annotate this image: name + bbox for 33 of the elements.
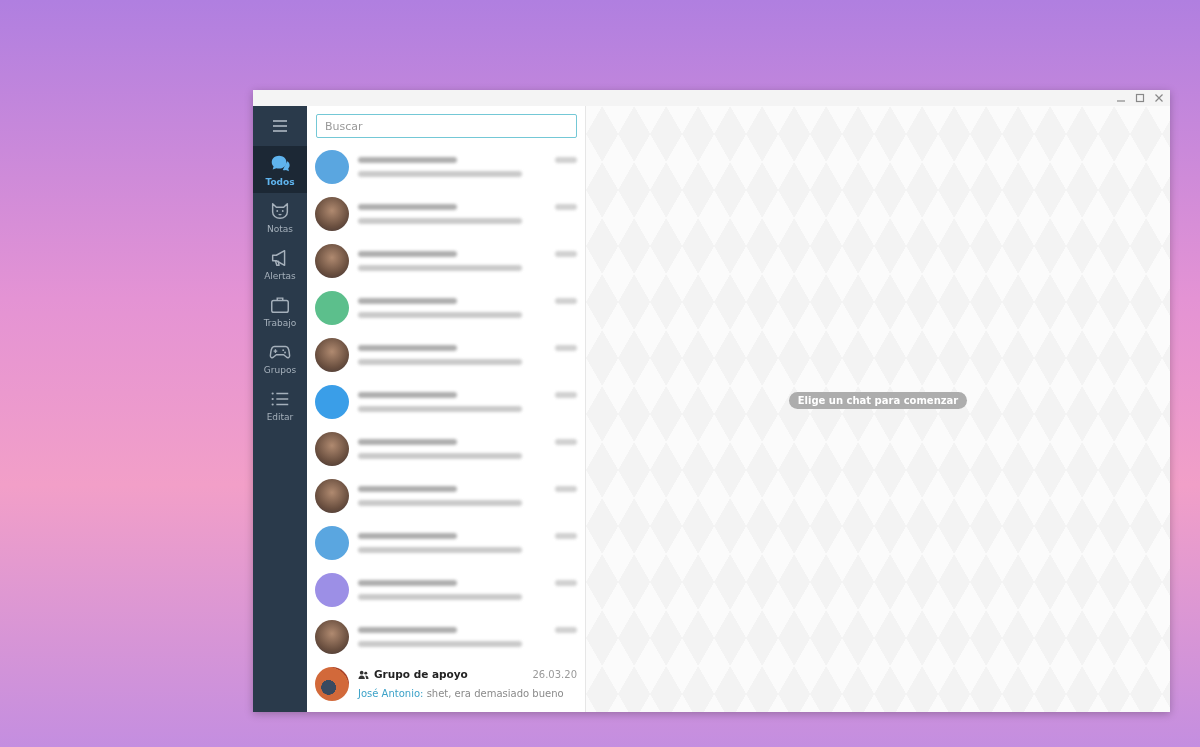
maximize-icon[interactable] [1135,93,1145,103]
blurred-text [555,250,577,257]
avatar-photo-placeholder [315,196,349,231]
blurred-text [555,626,577,633]
close-icon[interactable] [1154,93,1164,103]
folder-tab[interactable]: Editar [253,381,307,428]
blurred-text [555,438,577,445]
avatar-photo-placeholder [315,478,349,513]
empty-chat-message: Elige un chat para comenzar [788,391,968,409]
menu-icon[interactable] [273,120,287,132]
blurred-text [555,532,577,539]
folder-tab[interactable]: Todos [253,146,307,193]
blurred-text [555,485,577,492]
chat-date: 26.03.20 [532,668,577,680]
avatar-photo-placeholder [315,243,349,278]
folder-tab[interactable]: Grupos [253,334,307,381]
group-icon [358,668,369,680]
avatar-photo-placeholder [315,619,349,654]
search-field[interactable]: Buscar [316,114,577,138]
blurred-text [555,391,577,398]
folder-tab[interactable]: Notas [253,193,307,240]
avatar-photo-placeholder [315,431,349,466]
folder-tab[interactable]: Trabajo [253,287,307,334]
avatar-photo-placeholder [315,666,349,701]
blurred-text [555,579,577,586]
chat-name: Grupo de apoyo [374,668,468,680]
blurred-text [555,297,577,304]
avatar-photo-placeholder [315,337,349,372]
blurred-text [555,203,577,210]
message-preview: José Antonio: shet, era demasiado bueno [358,688,565,699]
blurred-text [555,156,577,163]
folder-tab[interactable]: Alertas [253,240,307,287]
blurred-text [555,344,577,351]
